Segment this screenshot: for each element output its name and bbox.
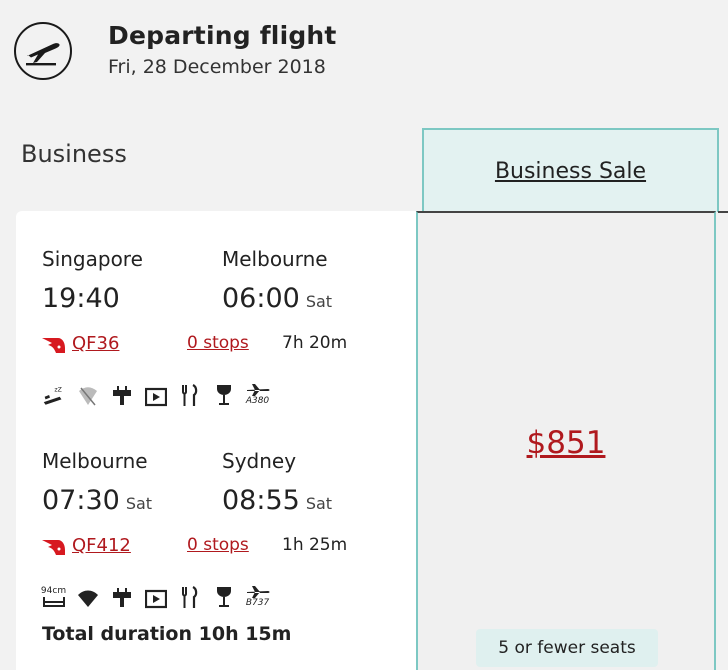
arrival-time: 06:00 Sat [222,283,332,314]
power-icon [110,383,133,407]
flight-info-row: QF412 0 stops 1h 25m [42,535,422,561]
dining-icon [178,383,201,407]
arrival-day: Sat [305,292,333,311]
drinks-icon [212,383,235,407]
wifi-icon [76,585,99,609]
flight-info-row: QF36 0 stops 7h 20m [42,333,422,359]
departure-time-value: 19:40 [42,283,120,314]
flight-departure-icon [14,22,72,80]
flight-date: Fri, 28 December 2018 [108,55,326,78]
page-title: Departing flight [108,20,337,50]
fare-option-cell[interactable]: $851 5 or fewer seats [416,211,716,670]
origin-city: Melbourne [42,449,148,473]
airline-logo-icon [42,538,66,561]
flight-header: Departing flight Fri, 28 December 2018 [14,20,337,80]
departure-day: Sat [125,494,153,513]
airline-logo-icon [42,336,66,359]
flight-number-link[interactable]: QF412 [72,535,131,556]
aircraft-icon: B737 [246,585,269,609]
flight-number-link[interactable]: QF36 [72,333,119,354]
seat-pitch-value: 94cm [40,586,67,596]
aircraft-type: A380 [245,396,270,406]
divider [718,211,728,213]
cabin-class-label: Business [21,140,127,168]
origin-city: Singapore [42,247,143,271]
arrival-time-value: 06:00 [222,283,300,314]
departure-time-value: 07:30 [42,485,120,516]
stops-link[interactable]: 0 stops [187,333,249,353]
departure-time: 07:30 Sat [42,485,152,516]
entertainment-icon [144,383,167,407]
lie-flat-bed-icon: zZ [42,383,65,407]
fare-type-header[interactable]: Business Sale [422,128,719,212]
amenities-row: 94cm B737 [40,579,280,609]
segment-duration: 7h 20m [282,333,348,353]
dining-icon [178,585,201,609]
drinks-icon [212,585,235,609]
aircraft-type: B737 [245,598,270,608]
fare-type-link[interactable]: Business Sale [495,159,646,184]
aircraft-icon: A380 [246,383,269,407]
destination-city: Sydney [222,449,297,473]
arrival-time-value: 08:55 [222,485,300,516]
seat-pitch-icon: 94cm [40,585,67,609]
stops-link[interactable]: 0 stops [187,535,249,555]
arrival-time: 08:55 Sat [222,485,332,516]
power-icon [110,585,133,609]
svg-text:zZ: zZ [54,386,62,393]
arrival-day: Sat [305,494,333,513]
entertainment-icon [144,585,167,609]
destination-city: Melbourne [222,247,328,271]
itinerary-card: Singapore Melbourne 19:40 06:00 Sat QF36 … [16,211,418,670]
amenities-row: zZ A380 [42,377,280,407]
seat-availability-badge: 5 or fewer seats [476,629,658,667]
segment-duration: 1h 25m [282,535,348,555]
departure-time: 19:40 [42,283,120,314]
wifi-unavailable-icon [76,383,99,407]
total-duration: Total duration 10h 15m [42,623,292,645]
fare-price-link[interactable]: $851 [418,425,714,461]
